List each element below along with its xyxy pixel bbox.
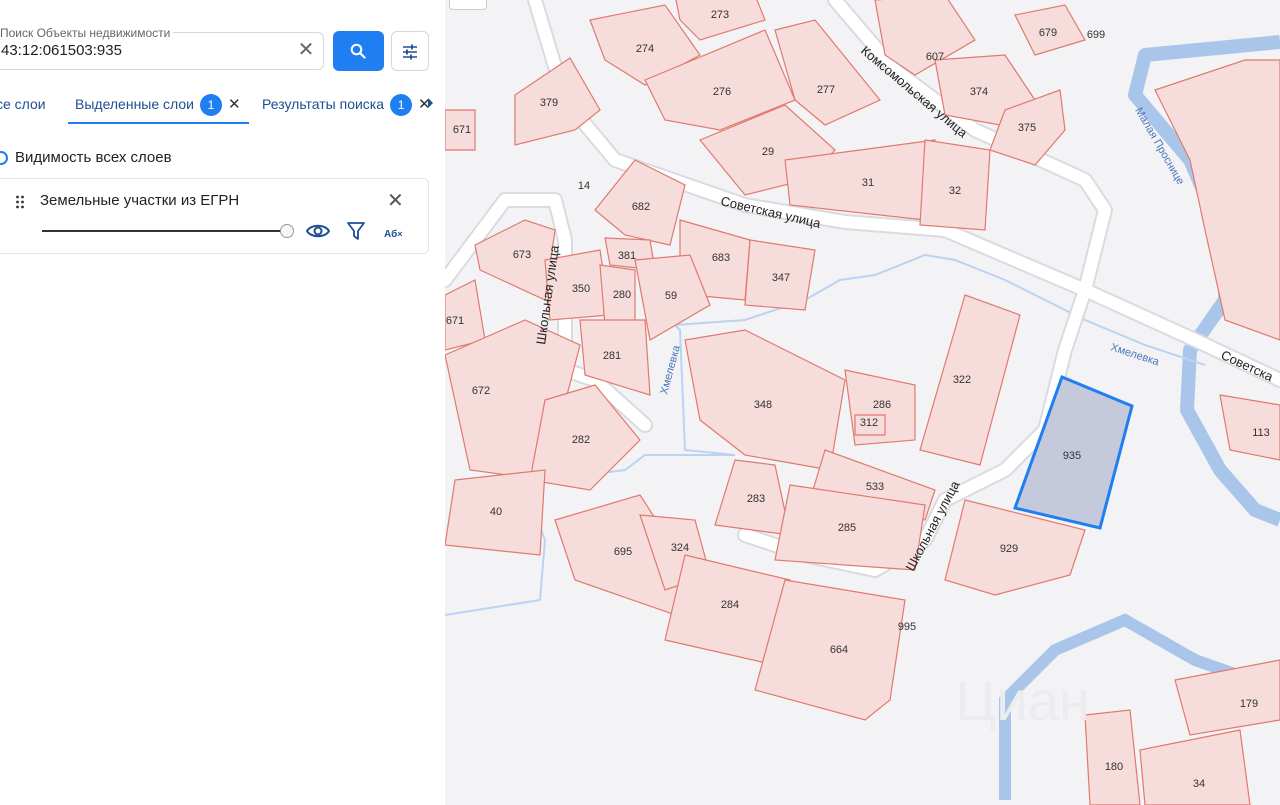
tab-selected-layers-badge: 1 (199, 94, 222, 117)
parcel-label: 179 (1240, 698, 1258, 710)
parcel-label: 312 (860, 417, 878, 429)
tab-selected-layers[interactable]: Выделенные слои 1 ✕ (68, 85, 249, 124)
parcel-label: 34 (1193, 778, 1205, 790)
parcel-label: 379 (540, 97, 558, 109)
parcel-label: 286 (873, 399, 891, 411)
parcel-label: 29 (762, 146, 774, 158)
parcel-label: 374 (970, 86, 988, 98)
parcel-label: 607 (926, 51, 944, 63)
parcel-label: 322 (953, 374, 971, 386)
parcel-label: 673 (513, 249, 531, 261)
parcel-label: 347 (772, 272, 790, 284)
parcel-label: 699 (1087, 29, 1105, 41)
radio-icon[interactable] (0, 151, 8, 165)
search-button[interactable] (333, 31, 384, 71)
sliders-icon (403, 44, 417, 60)
parcel-label: 324 (671, 542, 689, 554)
parcel-label: 671 (453, 124, 471, 136)
parcel-label: 280 (613, 289, 631, 301)
filter-settings-button[interactable] (391, 31, 429, 71)
parcel-label: 682 (632, 201, 650, 213)
watermark: Циан (955, 669, 1090, 732)
tab-search-results[interactable]: Результаты поиска 1 ✕ (262, 85, 431, 122)
drag-handle-icon[interactable] (15, 195, 25, 209)
clear-icon[interactable]: ✕ (297, 40, 315, 60)
parcel-label: 350 (572, 283, 590, 295)
parcel-label: 276 (713, 86, 731, 98)
parcel-label: 40 (490, 506, 502, 518)
tab-all-layers[interactable]: се слои (0, 85, 46, 122)
parcel-label: 277 (817, 84, 835, 96)
layer-card: Земельные участки из ЕГРН ✕ Аб× (0, 178, 429, 254)
parcel-label: 31 (862, 177, 874, 189)
opacity-slider-thumb[interactable] (280, 224, 294, 238)
tabs-scroll-right-icon[interactable] (428, 98, 433, 108)
map-canvas[interactable]: Советская улица Комсомольская улица Школ… (445, 0, 1280, 805)
tab-bar: се слои Выделенные слои 1 ✕ Результаты пои… (0, 85, 445, 124)
parcel-label: 695 (614, 546, 632, 558)
left-panel: 43:12:061503:935 ✕ Поиск Объекты недвижи… (0, 0, 445, 805)
parcel-label: 664 (830, 644, 848, 656)
filter-icon[interactable] (347, 222, 365, 246)
parcel-label: 929 (1000, 543, 1018, 555)
parcel-label: 995 (898, 621, 916, 633)
parcel-label: 282 (572, 434, 590, 446)
parcel-label: 14 (578, 180, 590, 192)
search-label: Поиск Объекты недвижимости (0, 26, 174, 40)
layer-title: Земельные участки из ЕГРН (40, 192, 240, 209)
search-icon (350, 43, 366, 59)
tab-selected-layers-label: Выделенные слои (75, 96, 194, 112)
map-view[interactable]: Советская улица Комсомольская улица Школ… (445, 0, 1280, 805)
parcel-label: 180 (1105, 761, 1123, 773)
parcel-180[interactable] (1084, 709, 1141, 805)
parcel-label: 283 (747, 493, 765, 505)
search-input-value[interactable]: 43:12:061503:935 (1, 42, 122, 59)
parcel-label: 113 (1252, 427, 1270, 439)
parcel-label: 32 (949, 185, 961, 197)
parcel-label: 348 (754, 399, 772, 411)
parcel-label: 281 (603, 350, 621, 362)
close-icon[interactable]: ✕ (387, 188, 404, 213)
map-control-button[interactable] (449, 0, 487, 10)
parcel-label: 285 (838, 522, 856, 534)
visibility-all-layers-label: Видимость всех слоев (15, 149, 172, 166)
parcel-label: 375 (1018, 122, 1036, 134)
parcel-label: 533 (866, 481, 884, 493)
tab-all-layers-label: се слои (0, 96, 46, 112)
label-text-icon[interactable]: Аб× (384, 224, 403, 248)
parcel-label: 284 (721, 599, 739, 611)
parcel-label: 672 (472, 385, 490, 397)
parcel-label: 671 (446, 315, 464, 327)
parcel-label: 274 (636, 43, 654, 55)
parcel-label: 381 (618, 250, 636, 262)
parcel-label: 679 (1039, 27, 1057, 39)
parcel-label: 273 (711, 9, 729, 21)
visibility-eye-icon[interactable] (305, 222, 331, 246)
parcel-label: 683 (712, 252, 730, 264)
close-icon[interactable]: ✕ (228, 86, 241, 124)
tab-search-results-badge: 1 (390, 94, 413, 117)
parcel-label: 935 (1063, 450, 1081, 462)
tab-search-results-label: Результаты поиска (262, 96, 385, 112)
opacity-slider-track[interactable] (42, 230, 285, 232)
parcel-label: 59 (665, 290, 677, 302)
